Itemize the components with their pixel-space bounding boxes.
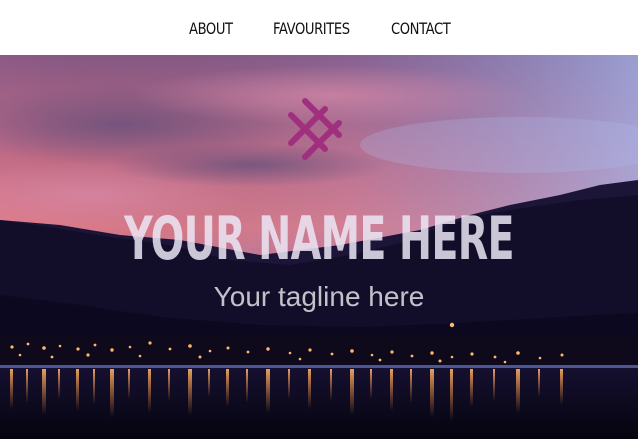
page: ABOUT FAVOURITES CONTACT YOUR NAME HERE … <box>0 0 638 439</box>
hero-banner: YOUR NAME HERE Your tagline here <box>0 55 638 439</box>
hero-title: YOUR NAME HERE <box>124 204 515 274</box>
top-navigation: ABOUT FAVOURITES CONTACT <box>0 0 638 55</box>
hero-tagline: Your tagline here <box>213 281 425 312</box>
crosshatch-logo-icon <box>288 98 342 160</box>
nav-link-favourites[interactable]: FAVOURITES <box>273 19 350 38</box>
nav-link-about[interactable]: ABOUT <box>189 19 233 38</box>
nav-link-contact[interactable]: CONTACT <box>391 19 451 38</box>
